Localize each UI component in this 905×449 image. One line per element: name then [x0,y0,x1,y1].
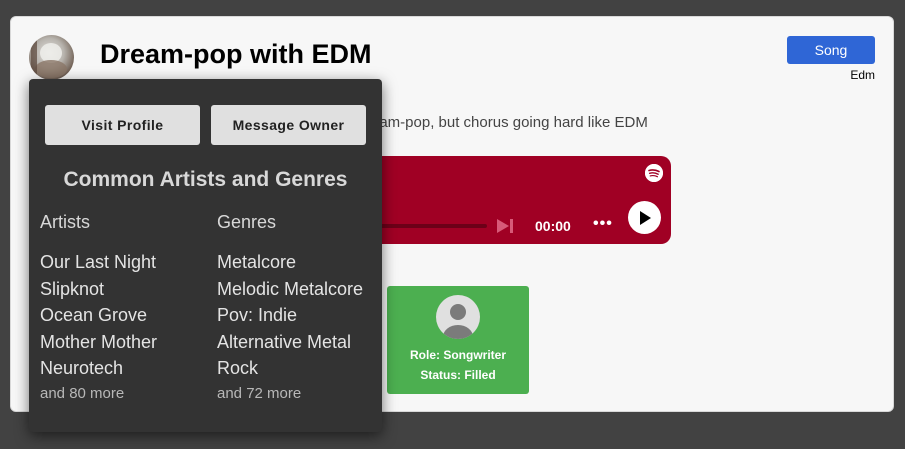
artists-header: Artists [40,212,91,232]
owner-popup: Visit Profile Message Owner Common Artis… [29,79,382,432]
artist-item: Ocean Grove [40,305,148,325]
genre-item: Rock [217,358,259,378]
spotify-icon[interactable] [645,164,663,182]
more-icon[interactable]: ••• [593,215,613,233]
status-label: Status: Filled [420,368,496,382]
play-button[interactable] [628,201,661,234]
post-title: Dream-pop with EDM [100,39,372,69]
genre-item: Pov: Indie [217,305,298,325]
play-icon [639,210,651,225]
skip-forward-icon[interactable] [496,218,514,234]
artists-column: Artists Our Last Night Slipknot Ocean Gr… [40,212,157,402]
genres-more: and 72 more [217,384,302,402]
artists-more: and 80 more [40,384,125,402]
role-label: Role: Songwriter [409,348,506,362]
genre-tag: Edm [850,68,875,82]
genre-item: Metalcore [217,252,297,272]
time-display: 00:00 [535,218,571,234]
artist-item: Slipknot [40,278,105,299]
genres-column: Genres Metalcore Melodic Metalcore Pov: … [217,212,363,402]
genres-header: Genres [217,212,277,232]
visit-profile-button[interactable]: Visit Profile [45,105,200,145]
avatar-photo [31,35,67,80]
message-owner-button[interactable]: Message Owner [211,105,366,145]
artist-item: Our Last Night [40,252,157,272]
song-type-button[interactable]: Song [787,36,875,64]
genre-item: Melodic Metalcore [217,278,364,299]
artist-item: Neurotech [40,358,124,378]
post-description: eam-pop, but chorus going hard like EDM [371,114,648,131]
role-card[interactable]: Role: Songwriter Status: Filled [387,286,529,394]
artist-item: Mother Mother [40,331,158,352]
popup-title: Common Artists and Genres [63,168,348,191]
owner-avatar[interactable] [29,35,74,80]
progress-bar[interactable] [371,224,487,228]
spotify-player: 00:00 ••• [371,156,671,244]
role-avatar-icon [436,295,480,339]
genre-item: Alternative Metal [217,331,352,352]
